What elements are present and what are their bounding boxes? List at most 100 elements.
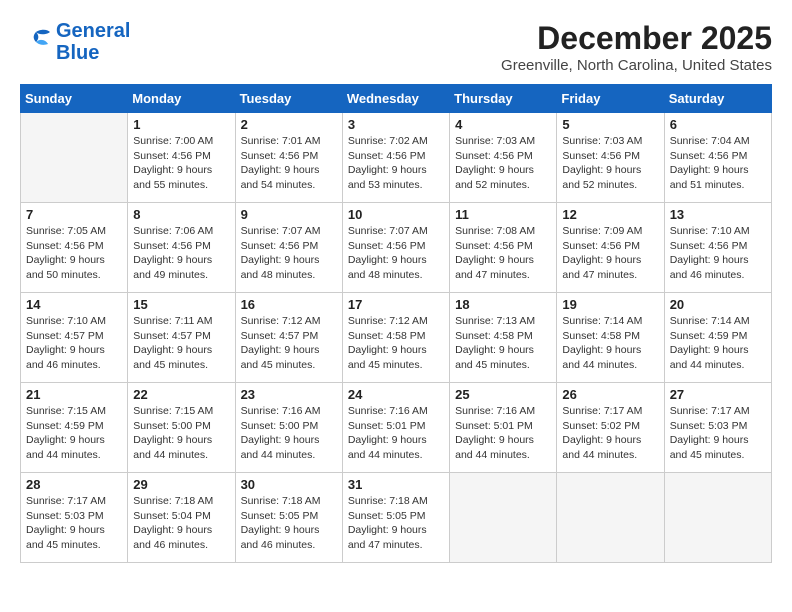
day-info: Sunrise: 7:13 AM Sunset: 4:58 PM Dayligh…	[455, 314, 551, 373]
day-info: Sunrise: 7:03 AM Sunset: 4:56 PM Dayligh…	[562, 134, 658, 193]
day-info: Sunrise: 7:10 AM Sunset: 4:56 PM Dayligh…	[670, 224, 766, 283]
day-info: Sunrise: 7:16 AM Sunset: 5:01 PM Dayligh…	[455, 404, 551, 463]
calendar-week-row: 1Sunrise: 7:00 AM Sunset: 4:56 PM Daylig…	[21, 113, 772, 203]
day-number: 8	[133, 207, 229, 222]
calendar-cell	[21, 113, 128, 203]
day-number: 9	[241, 207, 337, 222]
day-info: Sunrise: 7:14 AM Sunset: 4:58 PM Dayligh…	[562, 314, 658, 373]
day-info: Sunrise: 7:15 AM Sunset: 4:59 PM Dayligh…	[26, 404, 122, 463]
logo-line1: General	[56, 20, 130, 42]
day-number: 5	[562, 117, 658, 132]
day-number: 4	[455, 117, 551, 132]
day-info: Sunrise: 7:18 AM Sunset: 5:04 PM Dayligh…	[133, 494, 229, 553]
calendar-cell	[450, 473, 557, 563]
calendar-cell: 26Sunrise: 7:17 AM Sunset: 5:02 PM Dayli…	[557, 383, 664, 473]
calendar-cell: 28 Sunrise: 7:17 AM Sunset: 5:03 PM Dayli…	[21, 473, 128, 563]
day-info: Sunrise: 7:06 AM Sunset: 4:56 PM Dayligh…	[133, 224, 229, 283]
day-number: 12	[562, 207, 658, 222]
day-info: Sunrise: 7:05 AM Sunset: 4:56 PM Dayligh…	[26, 224, 122, 283]
day-number: 15	[133, 297, 229, 312]
day-number: 27	[670, 387, 766, 402]
day-number: 31	[348, 477, 444, 492]
day-info: Sunrise: 7:14 AM Sunset: 4:59 PM Dayligh…	[670, 314, 766, 373]
day-number: 3	[348, 117, 444, 132]
calendar-cell: 6 Sunrise: 7:04 AM Sunset: 4:56 PM Daylig…	[664, 113, 771, 203]
logo-icon	[20, 28, 52, 56]
calendar-cell: 18 Sunrise: 7:13 AM Sunset: 4:58 PM Dayli…	[450, 293, 557, 383]
day-number: 10	[348, 207, 444, 222]
weekday-header: Friday	[557, 85, 664, 113]
weekday-header: Saturday	[664, 85, 771, 113]
calendar-cell: 8 Sunrise: 7:06 AM Sunset: 4:56 PM Daylig…	[128, 203, 235, 293]
day-info: Sunrise: 7:16 AM Sunset: 5:01 PM Dayligh…	[348, 404, 444, 463]
day-number: 17	[348, 297, 444, 312]
calendar-cell: 14 Sunrise: 7:10 AM Sunset: 4:57 PM Dayli…	[21, 293, 128, 383]
calendar-cell: 13 Sunrise: 7:10 AM Sunset: 4:56 PM Dayli…	[664, 203, 771, 293]
day-info: Sunrise: 7:11 AM Sunset: 4:57 PM Dayligh…	[133, 314, 229, 373]
day-info: Sunrise: 7:10 AM Sunset: 4:57 PM Dayligh…	[26, 314, 122, 373]
calendar-cell: 22Sunrise: 7:15 AM Sunset: 5:00 PM Dayli…	[128, 383, 235, 473]
calendar-cell: 23 Sunrise: 7:16 AM Sunset: 5:00 PM Dayli…	[235, 383, 342, 473]
day-info: Sunrise: 7:16 AM Sunset: 5:00 PM Dayligh…	[241, 404, 337, 463]
calendar-cell: 30 Sunrise: 7:18 AM Sunset: 5:05 PM Dayli…	[235, 473, 342, 563]
calendar-cell: 4Sunrise: 7:03 AM Sunset: 4:56 PM Daylig…	[450, 113, 557, 203]
day-number: 11	[455, 207, 551, 222]
day-number: 6	[670, 117, 766, 132]
day-info: Sunrise: 7:18 AM Sunset: 5:05 PM Dayligh…	[348, 494, 444, 553]
day-number: 23	[241, 387, 337, 402]
logo-line2: Blue	[56, 42, 130, 64]
day-info: Sunrise: 7:18 AM Sunset: 5:05 PM Dayligh…	[241, 494, 337, 553]
day-number: 30	[241, 477, 337, 492]
calendar-cell: 29 Sunrise: 7:18 AM Sunset: 5:04 PM Dayli…	[128, 473, 235, 563]
day-info: Sunrise: 7:07 AM Sunset: 4:56 PM Dayligh…	[348, 224, 444, 283]
day-number: 18	[455, 297, 551, 312]
day-info: Sunrise: 7:02 AM Sunset: 4:56 PM Dayligh…	[348, 134, 444, 193]
logo: General Blue	[20, 20, 130, 64]
weekday-header: Wednesday	[342, 85, 449, 113]
calendar-cell: 15 Sunrise: 7:11 AM Sunset: 4:57 PM Dayli…	[128, 293, 235, 383]
calendar-cell: 5 Sunrise: 7:03 AM Sunset: 4:56 PM Daylig…	[557, 113, 664, 203]
page-header: General Blue December 2025 Greenville, N…	[20, 20, 772, 74]
day-number: 22	[133, 387, 229, 402]
calendar-cell: 16 Sunrise: 7:12 AM Sunset: 4:57 PM Dayli…	[235, 293, 342, 383]
location-title: Greenville, North Carolina, United State…	[501, 57, 772, 74]
day-info: Sunrise: 7:08 AM Sunset: 4:56 PM Dayligh…	[455, 224, 551, 283]
calendar-week-row: 14 Sunrise: 7:10 AM Sunset: 4:57 PM Dayli…	[21, 293, 772, 383]
calendar-cell: 10 Sunrise: 7:07 AM Sunset: 4:56 PM Dayli…	[342, 203, 449, 293]
weekday-header: Tuesday	[235, 85, 342, 113]
calendar-cell: 17 Sunrise: 7:12 AM Sunset: 4:58 PM Dayli…	[342, 293, 449, 383]
calendar-cell: 31 Sunrise: 7:18 AM Sunset: 5:05 PM Dayli…	[342, 473, 449, 563]
day-number: 7	[26, 207, 122, 222]
day-number: 29	[133, 477, 229, 492]
day-number: 14	[26, 297, 122, 312]
day-info: Sunrise: 7:17 AM Sunset: 5:03 PM Dayligh…	[670, 404, 766, 463]
weekday-header: Thursday	[450, 85, 557, 113]
day-number: 28	[26, 477, 122, 492]
day-info: Sunrise: 7:17 AM Sunset: 5:02 PM Dayligh…	[562, 404, 658, 463]
calendar-week-row: 7 Sunrise: 7:05 AM Sunset: 4:56 PM Daylig…	[21, 203, 772, 293]
day-number: 13	[670, 207, 766, 222]
calendar-cell: 2Sunrise: 7:01 AM Sunset: 4:56 PM Daylig…	[235, 113, 342, 203]
calendar-cell: 20Sunrise: 7:14 AM Sunset: 4:59 PM Dayli…	[664, 293, 771, 383]
calendar-cell: 21 Sunrise: 7:15 AM Sunset: 4:59 PM Dayli…	[21, 383, 128, 473]
day-info: Sunrise: 7:12 AM Sunset: 4:58 PM Dayligh…	[348, 314, 444, 373]
day-info: Sunrise: 7:00 AM Sunset: 4:56 PM Dayligh…	[133, 134, 229, 193]
day-number: 19	[562, 297, 658, 312]
weekday-header: Sunday	[21, 85, 128, 113]
day-info: Sunrise: 7:04 AM Sunset: 4:56 PM Dayligh…	[670, 134, 766, 193]
day-number: 24	[348, 387, 444, 402]
day-number: 21	[26, 387, 122, 402]
calendar-week-row: 28 Sunrise: 7:17 AM Sunset: 5:03 PM Dayli…	[21, 473, 772, 563]
calendar-cell: 7 Sunrise: 7:05 AM Sunset: 4:56 PM Daylig…	[21, 203, 128, 293]
day-number: 16	[241, 297, 337, 312]
month-title: December 2025	[501, 20, 772, 57]
calendar-cell: 19 Sunrise: 7:14 AM Sunset: 4:58 PM Dayli…	[557, 293, 664, 383]
calendar-cell: 9Sunrise: 7:07 AM Sunset: 4:56 PM Daylig…	[235, 203, 342, 293]
calendar-cell	[557, 473, 664, 563]
day-info: Sunrise: 7:12 AM Sunset: 4:57 PM Dayligh…	[241, 314, 337, 373]
day-number: 2	[241, 117, 337, 132]
day-number: 25	[455, 387, 551, 402]
calendar-cell: 27 Sunrise: 7:17 AM Sunset: 5:03 PM Dayli…	[664, 383, 771, 473]
calendar-week-row: 21 Sunrise: 7:15 AM Sunset: 4:59 PM Dayli…	[21, 383, 772, 473]
day-info: Sunrise: 7:17 AM Sunset: 5:03 PM Dayligh…	[26, 494, 122, 553]
